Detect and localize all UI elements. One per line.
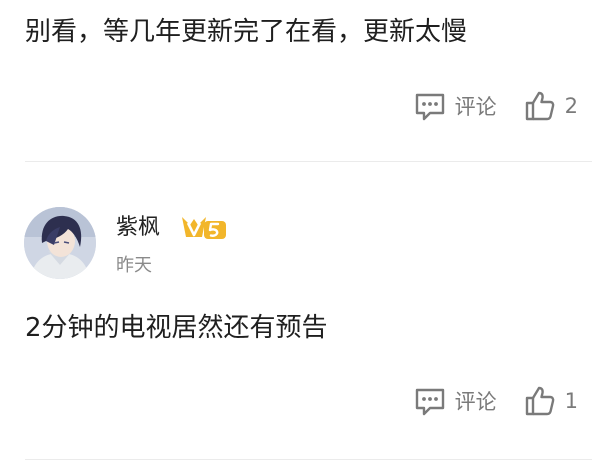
thumbs-up-icon	[525, 91, 554, 121]
comment-label: 评论	[454, 95, 497, 119]
like-count: 2	[564, 94, 578, 118]
divider	[25, 161, 592, 162]
comment-label: 评论	[454, 390, 497, 414]
like-button[interactable]: 1	[523, 384, 578, 418]
comment-reply-button[interactable]: 评论	[413, 384, 497, 418]
divider	[25, 459, 592, 460]
vip-badge: 5	[180, 213, 228, 243]
vip-badge-icon	[182, 217, 226, 239]
avatar-image	[24, 207, 96, 279]
comment-actions: 评论 2	[413, 88, 578, 124]
comment-bubble-icon	[415, 388, 444, 416]
comment-bubble-icon	[415, 93, 444, 121]
comment-time: 昨天	[116, 255, 152, 276]
like-count: 1	[564, 389, 578, 413]
like-button[interactable]: 2	[523, 89, 578, 123]
comment-actions: 评论 1	[413, 383, 578, 419]
comment-text: 别看，等几年更新完了在看，更新太慢	[25, 17, 468, 47]
avatar[interactable]	[24, 207, 96, 279]
username[interactable]: 紫枫	[116, 214, 160, 242]
comment-text: 2分钟的电视居然还有预告	[25, 313, 328, 343]
thumbs-up-icon	[525, 386, 554, 416]
comment-reply-button[interactable]: 评论	[413, 89, 497, 123]
